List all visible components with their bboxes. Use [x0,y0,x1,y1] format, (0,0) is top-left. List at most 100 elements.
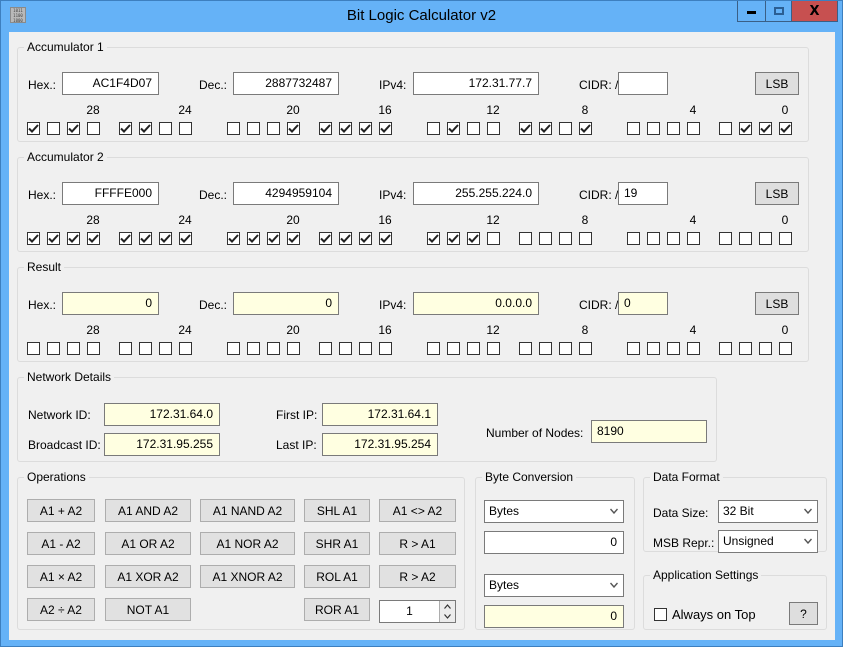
bit-25-checkbox[interactable] [159,342,172,355]
bit-23-checkbox[interactable] [227,232,240,245]
bit-31-checkbox[interactable] [27,342,40,355]
bit-10-checkbox[interactable] [539,342,552,355]
bit-13-checkbox[interactable] [467,122,480,135]
bit-27-checkbox[interactable] [119,232,132,245]
data-size-select[interactable]: 32 Bit [718,500,818,523]
shr-button[interactable]: SHR A1 [304,532,370,555]
bit-18-checkbox[interactable] [339,232,352,245]
bit-3-checkbox[interactable] [719,342,732,355]
hex-input[interactable]: 0 [62,292,159,315]
bit-4-checkbox[interactable] [687,232,700,245]
bit-12-checkbox[interactable] [487,122,500,135]
nor-button[interactable]: A1 NOR A2 [200,532,295,555]
bit-7-checkbox[interactable] [627,122,640,135]
ipv4-input[interactable]: 0.0.0.0 [413,292,539,315]
bit-21-checkbox[interactable] [267,342,280,355]
hex-input[interactable]: AC1F4D07 [62,72,159,95]
bit-4-checkbox[interactable] [687,342,700,355]
to-value-field[interactable]: 0 [484,605,624,628]
bit-10-checkbox[interactable] [539,122,552,135]
shift-amount-value[interactable]: 1 [380,601,439,622]
bit-15-checkbox[interactable] [427,342,440,355]
bit-7-checkbox[interactable] [627,232,640,245]
bit-26-checkbox[interactable] [139,232,152,245]
bit-16-checkbox[interactable] [379,232,392,245]
bit-11-checkbox[interactable] [519,232,532,245]
result-to-a2-button[interactable]: R > A2 [379,565,456,588]
always-on-top-checkbox[interactable] [654,608,667,621]
bit-28-checkbox[interactable] [87,232,100,245]
result-to-a1-button[interactable]: R > A1 [379,532,456,555]
lsb-button[interactable]: LSB [755,72,799,95]
bit-12-checkbox[interactable] [487,232,500,245]
number-of-nodes-field[interactable]: 8190 [591,420,707,443]
bit-2-checkbox[interactable] [739,232,752,245]
hex-input[interactable]: FFFFE000 [62,182,159,205]
bit-4-checkbox[interactable] [687,122,700,135]
ipv4-input[interactable]: 172.31.77.7 [413,72,539,95]
bit-8-checkbox[interactable] [579,232,592,245]
bit-8-checkbox[interactable] [579,342,592,355]
bit-1-checkbox[interactable] [759,342,772,355]
bit-29-checkbox[interactable] [67,342,80,355]
bit-30-checkbox[interactable] [47,232,60,245]
spin-down-button[interactable] [439,611,455,622]
bit-6-checkbox[interactable] [647,122,660,135]
bit-16-checkbox[interactable] [379,122,392,135]
bit-13-checkbox[interactable] [467,342,480,355]
bit-31-checkbox[interactable] [27,122,40,135]
bit-1-checkbox[interactable] [759,232,772,245]
bit-26-checkbox[interactable] [139,342,152,355]
lsb-button[interactable]: LSB [755,292,799,315]
bit-1-checkbox[interactable] [759,122,772,135]
from-unit-select[interactable]: Bytes [484,500,624,523]
not-button[interactable]: NOT A1 [105,598,191,621]
bit-14-checkbox[interactable] [447,122,460,135]
bit-22-checkbox[interactable] [247,122,260,135]
bit-20-checkbox[interactable] [287,122,300,135]
first-ip-field[interactable]: 172.31.64.1 [322,403,438,426]
always-on-top-label[interactable]: Always on Top [672,607,756,622]
bit-5-checkbox[interactable] [667,232,680,245]
lsb-button[interactable]: LSB [755,182,799,205]
bit-18-checkbox[interactable] [339,122,352,135]
cidr-input[interactable]: 0 [618,292,668,315]
multiply-button[interactable]: A1 × A2 [27,565,95,588]
bit-22-checkbox[interactable] [247,342,260,355]
bit-29-checkbox[interactable] [67,122,80,135]
ror-button[interactable]: ROR A1 [304,598,370,621]
bit-22-checkbox[interactable] [247,232,260,245]
bit-13-checkbox[interactable] [467,232,480,245]
bit-27-checkbox[interactable] [119,342,132,355]
subtract-button[interactable]: A1 - A2 [27,532,95,555]
rol-button[interactable]: ROL A1 [304,565,370,588]
bit-12-checkbox[interactable] [487,342,500,355]
bit-16-checkbox[interactable] [379,342,392,355]
bit-30-checkbox[interactable] [47,122,60,135]
bit-9-checkbox[interactable] [559,342,572,355]
bit-26-checkbox[interactable] [139,122,152,135]
bit-15-checkbox[interactable] [427,232,440,245]
bit-0-checkbox[interactable] [779,342,792,355]
bit-9-checkbox[interactable] [559,122,572,135]
bit-25-checkbox[interactable] [159,232,172,245]
add-button[interactable]: A1 + A2 [27,499,95,522]
bit-31-checkbox[interactable] [27,232,40,245]
bit-11-checkbox[interactable] [519,122,532,135]
bit-28-checkbox[interactable] [87,122,100,135]
shift-amount-spinner[interactable]: 1 [379,600,456,623]
bit-0-checkbox[interactable] [779,122,792,135]
or-button[interactable]: A1 OR A2 [105,532,191,555]
minimize-button[interactable] [737,1,766,22]
cidr-input[interactable] [618,72,668,95]
broadcast-id-field[interactable]: 172.31.95.255 [104,433,220,456]
bit-24-checkbox[interactable] [179,122,192,135]
xnor-button[interactable]: A1 XNOR A2 [200,565,295,588]
bit-6-checkbox[interactable] [647,232,660,245]
bit-17-checkbox[interactable] [359,122,372,135]
dec-input[interactable]: 0 [233,292,339,315]
bit-14-checkbox[interactable] [447,342,460,355]
bit-17-checkbox[interactable] [359,232,372,245]
bit-7-checkbox[interactable] [627,342,640,355]
from-value-input[interactable]: 0 [484,531,624,554]
